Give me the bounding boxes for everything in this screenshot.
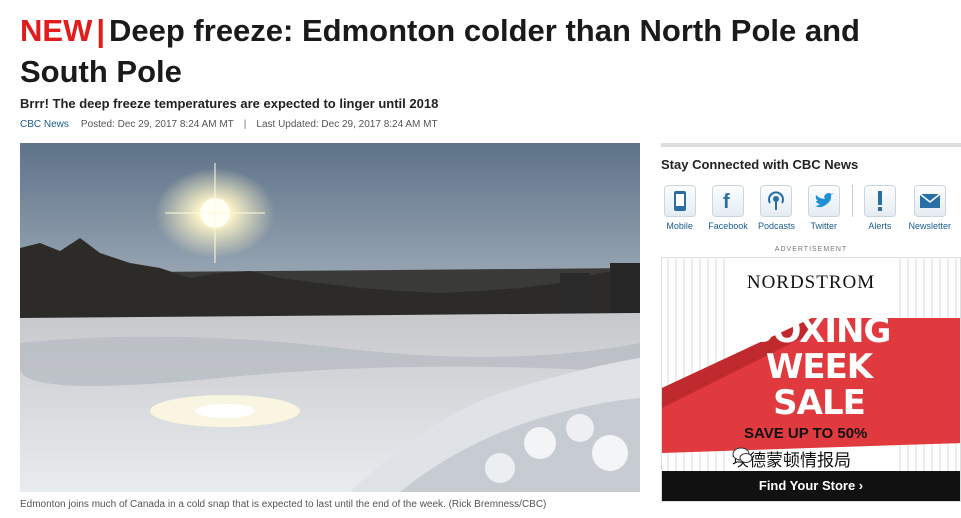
social-facebook[interactable]: f Facebook bbox=[708, 185, 748, 231]
sidebar: Stay Connected with CBC News Mobile f Fa… bbox=[661, 143, 961, 502]
stay-connected-section: Stay Connected with CBC News Mobile f Fa… bbox=[661, 143, 961, 231]
ad-line-1: BOXING bbox=[747, 311, 892, 351]
article-subtitle: Brrr! The deep freeze temperatures are e… bbox=[20, 96, 439, 111]
wechat-icon bbox=[732, 447, 753, 463]
stay-connected-title: Stay Connected with CBC News bbox=[661, 157, 859, 172]
frozen-river-image bbox=[20, 143, 640, 492]
social-label: Alerts bbox=[868, 221, 892, 231]
social-label: Podcasts bbox=[757, 221, 795, 231]
social-mobile[interactable]: Mobile bbox=[661, 185, 698, 231]
social-newsletter[interactable]: Newsletter bbox=[908, 185, 952, 231]
ad-brand: NORDSTROM bbox=[746, 272, 876, 293]
ad-line-3: SALE bbox=[773, 383, 866, 423]
newsletter-icon bbox=[913, 185, 946, 217]
social-label: Twitter bbox=[810, 221, 837, 231]
posted-date: Posted: Dec 29, 2017 8:24 AM MT bbox=[80, 119, 234, 130]
meta-divider: | bbox=[243, 119, 247, 130]
find-store-button[interactable]: Find Your Store › bbox=[662, 471, 960, 501]
article-photo[interactable] bbox=[20, 143, 640, 492]
social-label: Newsletter bbox=[908, 221, 952, 231]
article-title: Deep freeze: Edmonton colder than North … bbox=[20, 13, 860, 89]
social-divider bbox=[852, 185, 854, 217]
social-label: Facebook bbox=[708, 221, 748, 231]
facebook-icon: f bbox=[712, 185, 745, 217]
ad-save-text: SAVE UP TO 50% bbox=[744, 425, 868, 442]
source-link[interactable]: CBC News bbox=[20, 119, 69, 130]
advertisement-label: ADVERTISEMENT bbox=[774, 246, 848, 253]
social-twitter[interactable]: Twitter bbox=[805, 185, 842, 231]
podcast-icon bbox=[760, 185, 793, 217]
watermark: 埃德蒙顿情报局 bbox=[732, 446, 851, 471]
article-headline: NEW | Deep freeze: Edmonton colder than No… bbox=[20, 10, 920, 92]
social-links: Mobile f Facebook Podcasts Twitter Alert… bbox=[661, 185, 961, 231]
headline-separator: | bbox=[96, 13, 106, 48]
new-badge: NEW bbox=[20, 13, 93, 48]
alert-icon bbox=[863, 185, 896, 217]
nordstrom-ad[interactable]: NORDSTROM BOXING WEEK SALE SAVE UP TO 50… bbox=[661, 257, 961, 502]
mobile-icon bbox=[663, 185, 696, 217]
ad-headline: BOXING WEEK SALE bbox=[734, 313, 904, 421]
article-meta: CBC News Posted: Dec 29, 2017 8:24 AM MT… bbox=[20, 119, 438, 130]
twitter-icon bbox=[807, 185, 840, 217]
updated-date: Last Updated: Dec 29, 2017 8:24 AM MT bbox=[256, 119, 438, 130]
svg-text:f: f bbox=[723, 191, 730, 212]
social-podcasts[interactable]: Podcasts bbox=[758, 185, 795, 231]
photo-caption: Edmonton joins much of Canada in a cold … bbox=[20, 499, 547, 510]
social-label: Mobile bbox=[666, 221, 693, 231]
ad-line-2: WEEK bbox=[765, 347, 873, 387]
social-alerts[interactable]: Alerts bbox=[861, 185, 898, 231]
